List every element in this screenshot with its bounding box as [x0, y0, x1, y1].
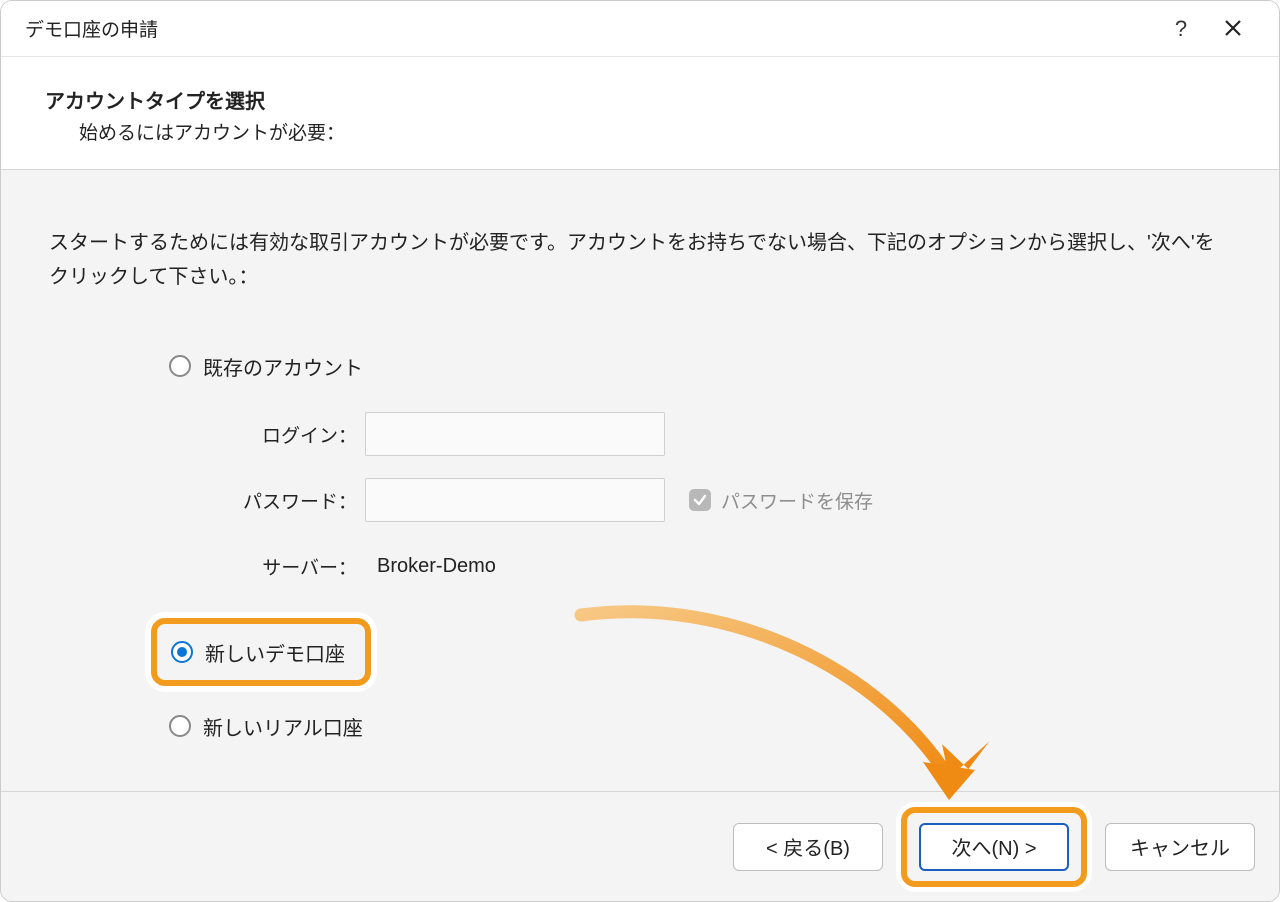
- instructions-text: スタートするためには有効な取引アカウントが必要です。アカウントをお持ちでない場合…: [49, 226, 1231, 294]
- login-label: ログイン：: [229, 421, 365, 448]
- radio-icon: [169, 715, 191, 737]
- radio-existing-account[interactable]: 既存のアカウント: [169, 348, 1231, 384]
- close-button[interactable]: [1207, 5, 1259, 53]
- checkbox-icon: [689, 489, 711, 511]
- password-row: パスワード： パスワードを保存: [229, 476, 1231, 524]
- password-input[interactable]: [365, 478, 665, 522]
- radio-label: 新しいリアル口座: [203, 712, 363, 741]
- cancel-label: キャンセル: [1130, 832, 1230, 861]
- radio-new-demo-account[interactable]: 新しいデモ口座: [171, 634, 345, 670]
- help-button[interactable]: ?: [1155, 5, 1207, 53]
- back-label: < 戻る(B): [766, 832, 850, 861]
- footer: < 戻る(B) 次へ(N) > キャンセル: [1, 791, 1279, 901]
- server-row: サーバー： Broker-Demo: [229, 542, 1231, 590]
- header-heading: アカウントタイプを選択: [45, 85, 1255, 114]
- save-password-label: パスワードを保存: [721, 487, 873, 514]
- server-label: サーバー：: [229, 553, 365, 580]
- login-row: ログイン：: [229, 410, 1231, 458]
- header-subheading: 始めるにはアカウントが必要：: [79, 118, 1255, 145]
- radio-label: 新しいデモ口座: [205, 638, 345, 667]
- next-label: 次へ(N) >: [952, 832, 1037, 861]
- radio-label: 既存のアカウント: [203, 352, 363, 381]
- radio-new-real-account[interactable]: 新しいリアル口座: [169, 708, 1231, 744]
- help-icon: ?: [1175, 16, 1187, 42]
- radio-icon-selected: [171, 641, 193, 663]
- titlebar: デモ口座の申請 ?: [1, 1, 1279, 57]
- account-type-options: 既存のアカウント ログイン： パスワード： パスワードを保存: [169, 348, 1231, 744]
- highlight-new-demo: 新しいデモ口座: [151, 618, 371, 686]
- password-label: パスワード：: [229, 487, 365, 514]
- existing-account-fields: ログイン： パスワード： パスワードを保存 サーバー： Broker-De: [229, 410, 1231, 590]
- server-value: Broker-Demo: [365, 555, 496, 578]
- window-title: デモ口座の申請: [25, 15, 1155, 42]
- back-button[interactable]: < 戻る(B): [733, 823, 883, 871]
- highlight-next: 次へ(N) >: [901, 807, 1087, 887]
- dialog-window: デモ口座の申請 ? アカウントタイプを選択 始めるにはアカウントが必要： スター…: [0, 0, 1280, 902]
- close-icon: [1224, 13, 1242, 44]
- cancel-button[interactable]: キャンセル: [1105, 823, 1255, 871]
- header: アカウントタイプを選択 始めるにはアカウントが必要：: [1, 57, 1279, 170]
- radio-dot-icon: [177, 647, 187, 657]
- radio-icon: [169, 355, 191, 377]
- save-password-checkbox[interactable]: パスワードを保存: [689, 487, 873, 514]
- login-input[interactable]: [365, 412, 665, 456]
- content-area: スタートするためには有効な取引アカウントが必要です。アカウントをお持ちでない場合…: [1, 170, 1279, 791]
- next-button[interactable]: 次へ(N) >: [919, 823, 1069, 871]
